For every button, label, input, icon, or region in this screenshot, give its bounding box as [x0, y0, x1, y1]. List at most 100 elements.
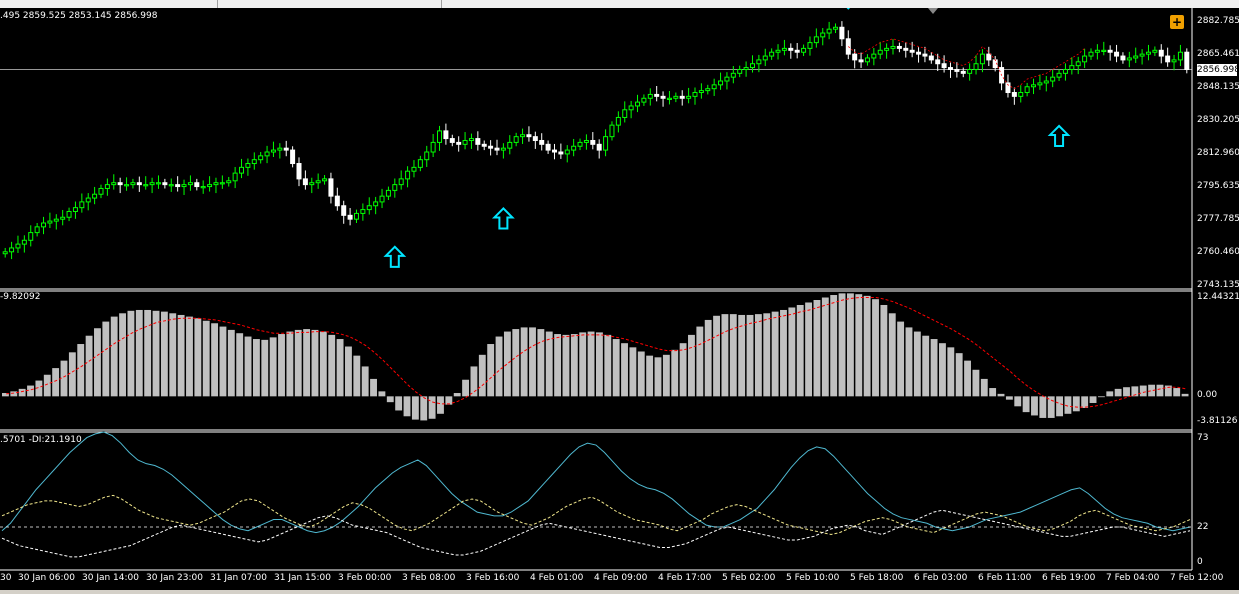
macd-bar: [997, 393, 1005, 397]
plus-icon[interactable]: +: [1170, 15, 1184, 29]
candle-body: [858, 59, 864, 63]
macd-bar: [1139, 385, 1147, 397]
candle-body: [385, 189, 391, 197]
candle-body: [1088, 51, 1094, 57]
candle-body: [85, 197, 91, 203]
macd-bar: [980, 378, 988, 397]
macd-bar: [947, 347, 955, 397]
candle-body: [1062, 68, 1068, 74]
candle-body: [807, 42, 813, 49]
candle-body: [456, 141, 462, 145]
candle-body: [290, 149, 296, 165]
macd-bar: [219, 326, 227, 397]
macd-bar: [813, 300, 821, 397]
candle-body: [41, 222, 47, 228]
candle-body: [92, 193, 98, 199]
macd-bar: [763, 313, 771, 397]
buy-arrow-icon: [383, 245, 407, 268]
time-tick: 30 Jan 14:00: [82, 573, 139, 583]
macd-bar: [771, 311, 779, 397]
price-tick: 2830.205: [1197, 115, 1239, 125]
candle-body: [79, 201, 85, 209]
macd-bar: [662, 354, 670, 397]
candle-body: [877, 49, 883, 55]
macd-bar: [311, 329, 319, 397]
candle-body: [143, 184, 149, 187]
price-tick: 2882.785: [1197, 16, 1239, 26]
candle-body: [449, 138, 455, 143]
candle-body: [596, 143, 602, 151]
candle-body: [749, 63, 755, 69]
candle-body: [424, 151, 430, 161]
macd-pane[interactable]: [2, 293, 1189, 421]
candle-body: [641, 97, 647, 103]
candle-body: [28, 232, 34, 241]
candle-body: [679, 95, 685, 99]
chart-shift-marker[interactable]: [928, 8, 938, 14]
candle-body: [615, 116, 621, 126]
plus-di-line: [1, 494, 1191, 535]
time-tick: 30: [0, 573, 12, 583]
macd-bar: [303, 329, 311, 397]
time-tick: 5 Feb 02:00: [722, 573, 776, 583]
macd-bar: [570, 334, 578, 397]
candle-body: [564, 149, 570, 155]
macd-bar: [838, 293, 846, 397]
macd-bar: [437, 396, 444, 414]
candle-body: [737, 68, 743, 74]
macd-bar: [713, 315, 720, 397]
adx-pane[interactable]: [0, 431, 1192, 558]
macd-bar: [955, 353, 963, 397]
candle-body: [705, 88, 711, 92]
trend-overlay-line: [848, 38, 1085, 90]
time-tick: 3 Feb 16:00: [466, 573, 520, 583]
candle-body: [698, 90, 704, 94]
adx-tick: 0: [1197, 557, 1203, 567]
candle-body: [1139, 53, 1145, 57]
macd-bar: [704, 319, 712, 397]
candle-body: [379, 195, 385, 203]
candle-body: [373, 201, 379, 207]
candle-body: [1056, 72, 1062, 78]
candle-body: [896, 45, 902, 49]
macd-bar: [370, 378, 377, 397]
macd-bar: [361, 366, 369, 397]
candle-body: [788, 47, 794, 51]
candle-body: [47, 220, 53, 224]
macd-bar: [872, 299, 879, 397]
candle-body: [1050, 76, 1056, 82]
macd-bar: [939, 343, 946, 397]
candle-body: [411, 166, 417, 172]
candle-body: [245, 163, 251, 168]
candle-body: [781, 47, 787, 51]
candle-body: [884, 47, 890, 51]
status-strip: [0, 590, 1239, 594]
tab-separator: [441, 0, 442, 8]
candle-body: [475, 138, 481, 145]
candle-body: [194, 182, 200, 188]
price-tick: 2865.461: [1197, 49, 1239, 59]
candle-body: [558, 151, 564, 155]
macd-bar: [880, 304, 888, 397]
candle-body: [366, 205, 372, 211]
time-tick: 30 Jan 06:00: [18, 573, 75, 583]
macd-bar: [403, 396, 411, 417]
candle-body: [775, 49, 781, 53]
candle-body: [903, 47, 909, 51]
macd-bar: [420, 396, 428, 421]
macd-bar: [286, 331, 294, 397]
candle-body: [1011, 92, 1017, 97]
candle-body: [1152, 49, 1158, 53]
macd-bar: [679, 343, 687, 397]
price-pane[interactable]: [0, 0, 1192, 268]
time-tick: 7 Feb 12:00: [1170, 573, 1224, 583]
price-tick: 2795.635: [1197, 181, 1239, 191]
candle-body: [239, 166, 245, 174]
macd-bar: [244, 336, 252, 397]
macd-bar: [554, 334, 562, 397]
candle-body: [743, 67, 749, 70]
macd-bar: [294, 329, 302, 397]
macd-bar: [1047, 396, 1055, 418]
candle-body: [577, 141, 583, 147]
macd-bar: [18, 388, 26, 397]
